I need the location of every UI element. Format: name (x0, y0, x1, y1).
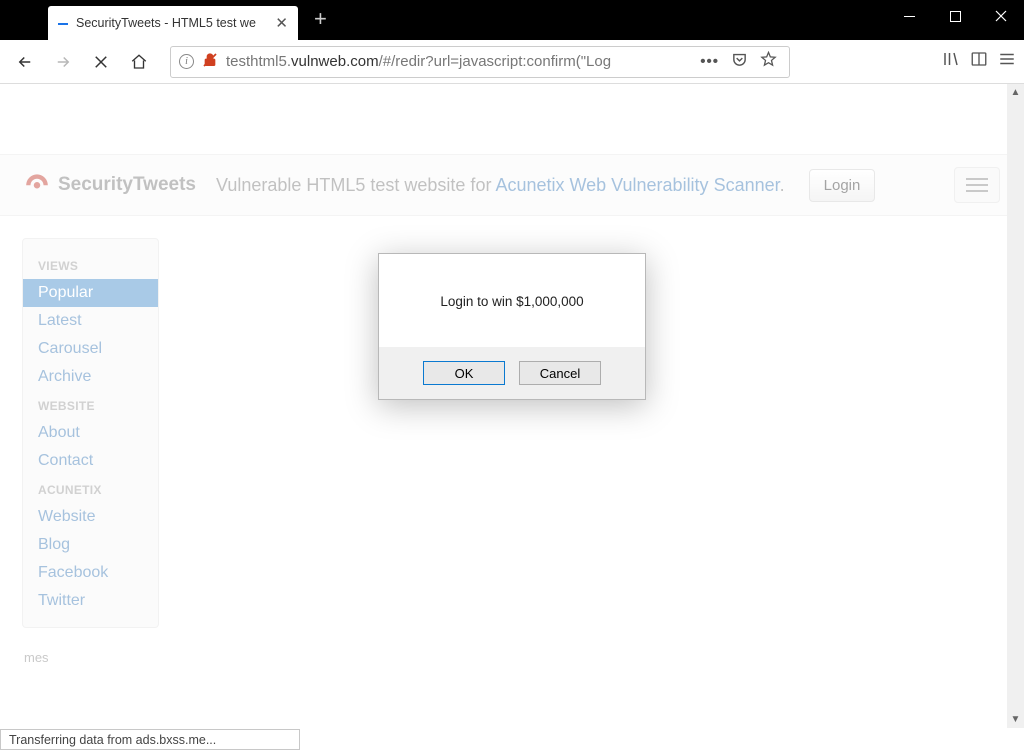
url-bar[interactable]: i testhtml5.vulnweb.com/#/redir?url=java… (170, 46, 790, 78)
bookmark-icon[interactable] (760, 51, 777, 72)
confirm-dialog: Login to win $1,000,000 OK Cancel (378, 253, 646, 400)
back-button[interactable] (8, 45, 42, 79)
tab-strip: SecurityTweets - HTML5 test we ✕ + (0, 0, 343, 40)
modal-backdrop (0, 84, 1024, 750)
dialog-message: Login to win $1,000,000 (379, 254, 645, 347)
loading-dot-icon (58, 18, 68, 28)
home-button[interactable] (122, 45, 156, 79)
status-bar: Transferring data from ads.bxss.me... (0, 729, 300, 750)
viewport: SecurityTweets Vulnerable HTML5 test web… (0, 84, 1024, 750)
info-icon[interactable]: i (179, 54, 194, 69)
window-titlebar: SecurityTweets - HTML5 test we ✕ + (0, 0, 1024, 40)
page-actions-icon[interactable]: ••• (700, 53, 719, 70)
window-controls (886, 0, 1024, 32)
pocket-icon[interactable] (731, 51, 748, 72)
dialog-cancel-button[interactable]: Cancel (519, 361, 601, 385)
status-text: Transferring data from ads.bxss.me... (9, 733, 216, 747)
vertical-scrollbar[interactable]: ▲ ▼ (1007, 84, 1024, 728)
tab-title: SecurityTweets - HTML5 test we (76, 16, 267, 30)
dialog-ok-button[interactable]: OK (423, 361, 505, 385)
stop-button[interactable] (84, 45, 118, 79)
tab-close-icon[interactable]: ✕ (275, 14, 288, 32)
menu-icon[interactable] (998, 50, 1016, 73)
sidebar-toggle-icon[interactable] (970, 50, 988, 73)
scroll-up-icon[interactable]: ▲ (1007, 84, 1024, 101)
url-text: testhtml5.vulnweb.com/#/redir?url=javasc… (226, 53, 692, 70)
new-tab-button[interactable]: + (298, 0, 343, 40)
minimize-button[interactable] (886, 0, 932, 32)
insecure-icon (202, 52, 218, 72)
scroll-track[interactable] (1007, 101, 1024, 711)
forward-button[interactable] (46, 45, 80, 79)
scroll-down-icon[interactable]: ▼ (1007, 711, 1024, 728)
dialog-buttons: OK Cancel (379, 347, 645, 399)
browser-tab[interactable]: SecurityTweets - HTML5 test we ✕ (48, 6, 298, 40)
browser-toolbar: i testhtml5.vulnweb.com/#/redir?url=java… (0, 40, 1024, 84)
close-button[interactable] (978, 0, 1024, 32)
maximize-button[interactable] (932, 0, 978, 32)
library-icon[interactable] (942, 50, 960, 73)
